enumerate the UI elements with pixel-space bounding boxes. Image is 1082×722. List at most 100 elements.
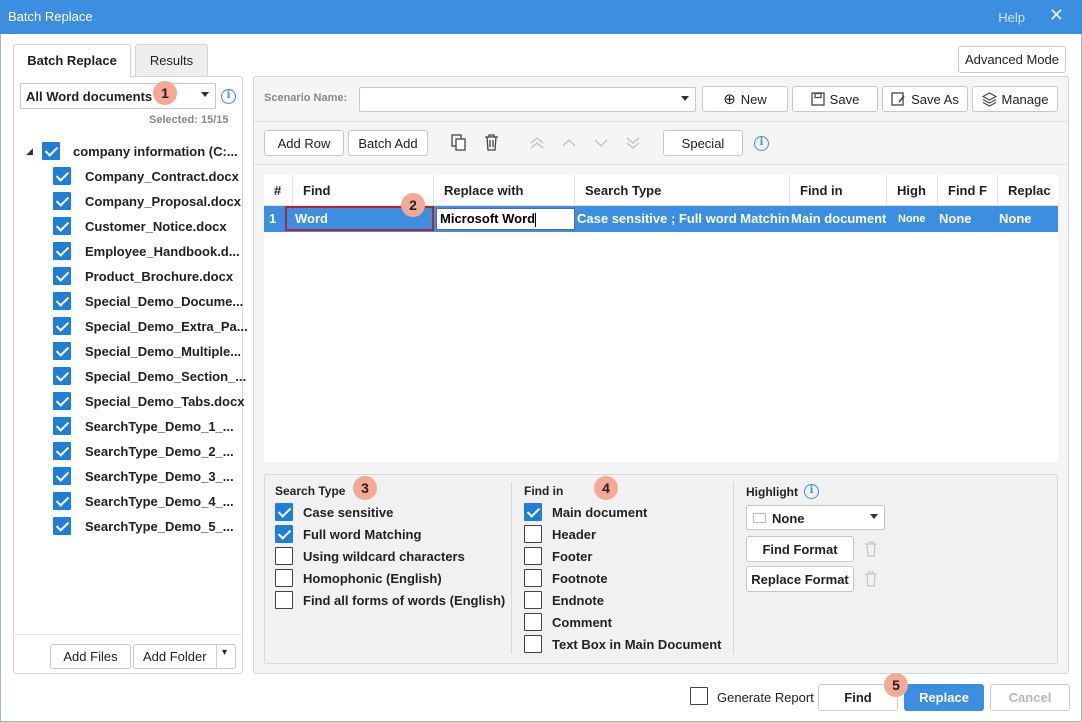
chevron-down-icon[interactable]: ▾: [222, 647, 227, 658]
cancel-button[interactable]: Cancel: [990, 684, 1070, 711]
copy-icon[interactable]: [450, 134, 468, 152]
grid-header-highlight[interactable]: High: [887, 175, 938, 206]
file-checkbox[interactable]: [53, 292, 71, 310]
scenario-select[interactable]: [359, 87, 696, 112]
info-icon[interactable]: i: [221, 89, 236, 104]
replace-button[interactable]: Replace: [904, 684, 984, 711]
find-in-label: Footer: [552, 549, 593, 564]
help-link[interactable]: Help: [998, 10, 1025, 25]
collapse-triangle-icon[interactable]: ◢: [26, 146, 33, 157]
file-item[interactable]: Special_Demo_Section_...: [53, 366, 246, 388]
add-files-button[interactable]: Add Files: [50, 644, 131, 669]
new-scenario-button[interactable]: ⊕ New: [702, 86, 788, 112]
add-row-button[interactable]: Add Row: [264, 130, 344, 156]
find-in-checkbox[interactable]: [524, 525, 542, 543]
file-checkbox[interactable]: [53, 517, 71, 535]
file-checkbox[interactable]: [53, 492, 71, 510]
replace-format-button[interactable]: Replace Format: [746, 566, 854, 592]
move-down-icon[interactable]: [592, 135, 610, 153]
advanced-mode-button[interactable]: Advanced Mode: [958, 46, 1066, 73]
file-item[interactable]: SearchType_Demo_3_...: [53, 466, 238, 488]
highlight-select[interactable]: None: [746, 505, 885, 530]
replace-format-cell[interactable]: None: [999, 206, 1057, 232]
search-type-checkbox[interactable]: [275, 569, 293, 587]
file-item[interactable]: Product_Brochure.docx: [53, 266, 238, 288]
file-checkbox[interactable]: [53, 217, 71, 235]
close-icon[interactable]: ✕: [1049, 5, 1064, 26]
divider: [511, 482, 512, 654]
save-as-scenario-button[interactable]: Save As: [882, 86, 968, 112]
file-checkbox[interactable]: [53, 317, 71, 335]
file-item[interactable]: SearchType_Demo_2_...: [53, 441, 238, 463]
find-in-checkbox[interactable]: [524, 613, 542, 631]
tab-batch-replace[interactable]: Batch Replace: [13, 44, 131, 78]
file-item[interactable]: Special_Demo_Multiple...: [53, 341, 241, 363]
file-checkbox[interactable]: [53, 267, 71, 285]
batch-add-button[interactable]: Batch Add: [348, 130, 428, 156]
grid-header-find-format[interactable]: Find F: [938, 175, 998, 206]
add-folder-button[interactable]: Add Folder ▾: [133, 644, 236, 669]
highlight-value: None: [772, 511, 805, 526]
replace-with-input[interactable]: Microsoft Word: [436, 208, 575, 230]
generate-report-checkbox[interactable]: [690, 687, 708, 705]
file-checkbox[interactable]: [53, 417, 71, 435]
file-item[interactable]: SearchType_Demo_4_...: [53, 491, 238, 513]
find-in-checkbox[interactable]: [524, 635, 542, 653]
highlight-cell[interactable]: None: [898, 206, 938, 232]
delete-icon[interactable]: [482, 134, 500, 152]
save-scenario-button[interactable]: Save: [792, 86, 878, 112]
table-row[interactable]: 1 Word Microsoft Word Case sensitive ; F…: [264, 206, 1058, 232]
search-type-title: Search Type: [275, 484, 346, 498]
move-bottom-icon[interactable]: [624, 135, 642, 153]
search-type-checkbox[interactable]: [275, 547, 293, 565]
trash-icon[interactable]: [864, 541, 878, 557]
find-in-checkbox[interactable]: [524, 569, 542, 587]
search-type-cell[interactable]: Case sensitive ; Full word Matching: [577, 206, 789, 232]
find-in-cell[interactable]: Main document: [791, 206, 887, 232]
file-checkbox[interactable]: [53, 442, 71, 460]
find-format-button[interactable]: Find Format: [746, 536, 854, 562]
file-checkbox[interactable]: [53, 192, 71, 210]
find-format-cell[interactable]: None: [939, 206, 997, 232]
chevron-down-icon: [201, 92, 209, 97]
find-in-checkbox[interactable]: [524, 547, 542, 565]
search-type-checkbox[interactable]: [275, 503, 293, 521]
file-filter-select[interactable]: All Word documents: [20, 83, 216, 109]
file-item[interactable]: Company_Contract.docx: [53, 166, 239, 188]
trash-icon[interactable]: [864, 571, 878, 587]
file-checkbox[interactable]: [53, 392, 71, 410]
manage-scenario-button[interactable]: Manage: [972, 86, 1058, 112]
file-item[interactable]: Special_Demo_Extra_Pa...: [53, 316, 248, 338]
divider: [733, 482, 734, 654]
info-icon[interactable]: i: [754, 136, 769, 151]
grid-header-replace-format[interactable]: Replac: [998, 175, 1058, 206]
scenario-label: Scenario Name:: [264, 92, 348, 104]
grid-header-find-in[interactable]: Find in: [790, 175, 887, 206]
file-checkbox[interactable]: [53, 367, 71, 385]
root-folder-checkbox[interactable]: [42, 142, 60, 160]
search-type-checkbox[interactable]: [275, 525, 293, 543]
file-checkbox[interactable]: [53, 242, 71, 260]
file-item[interactable]: Customer_Notice.docx: [53, 216, 238, 238]
special-button[interactable]: Special: [663, 130, 743, 156]
file-item[interactable]: Employee_Handbook.d...: [53, 241, 240, 263]
search-type-label: Using wildcard characters: [303, 549, 465, 564]
file-item[interactable]: Special_Demo_Docume...: [53, 291, 243, 313]
grid-header-num[interactable]: #: [264, 175, 293, 206]
grid-header-search-type[interactable]: Search Type: [575, 175, 790, 206]
file-checkbox[interactable]: [53, 467, 71, 485]
find-in-checkbox[interactable]: [524, 591, 542, 609]
info-icon[interactable]: i: [804, 484, 819, 499]
tab-results[interactable]: Results: [135, 44, 208, 77]
file-checkbox[interactable]: [53, 167, 71, 185]
file-item[interactable]: Company_Proposal.docx: [53, 191, 241, 213]
file-checkbox[interactable]: [53, 342, 71, 360]
move-up-icon[interactable]: [560, 135, 578, 153]
grid-header-replace-with[interactable]: Replace with: [434, 175, 575, 206]
file-item[interactable]: SearchType_Demo_5_...: [53, 516, 238, 538]
move-top-icon[interactable]: [528, 135, 546, 153]
file-item[interactable]: Special_Demo_Tabs.docx: [53, 391, 244, 413]
file-item[interactable]: SearchType_Demo_1_...: [53, 416, 238, 438]
search-type-checkbox[interactable]: [275, 591, 293, 609]
find-in-checkbox[interactable]: [524, 503, 542, 521]
